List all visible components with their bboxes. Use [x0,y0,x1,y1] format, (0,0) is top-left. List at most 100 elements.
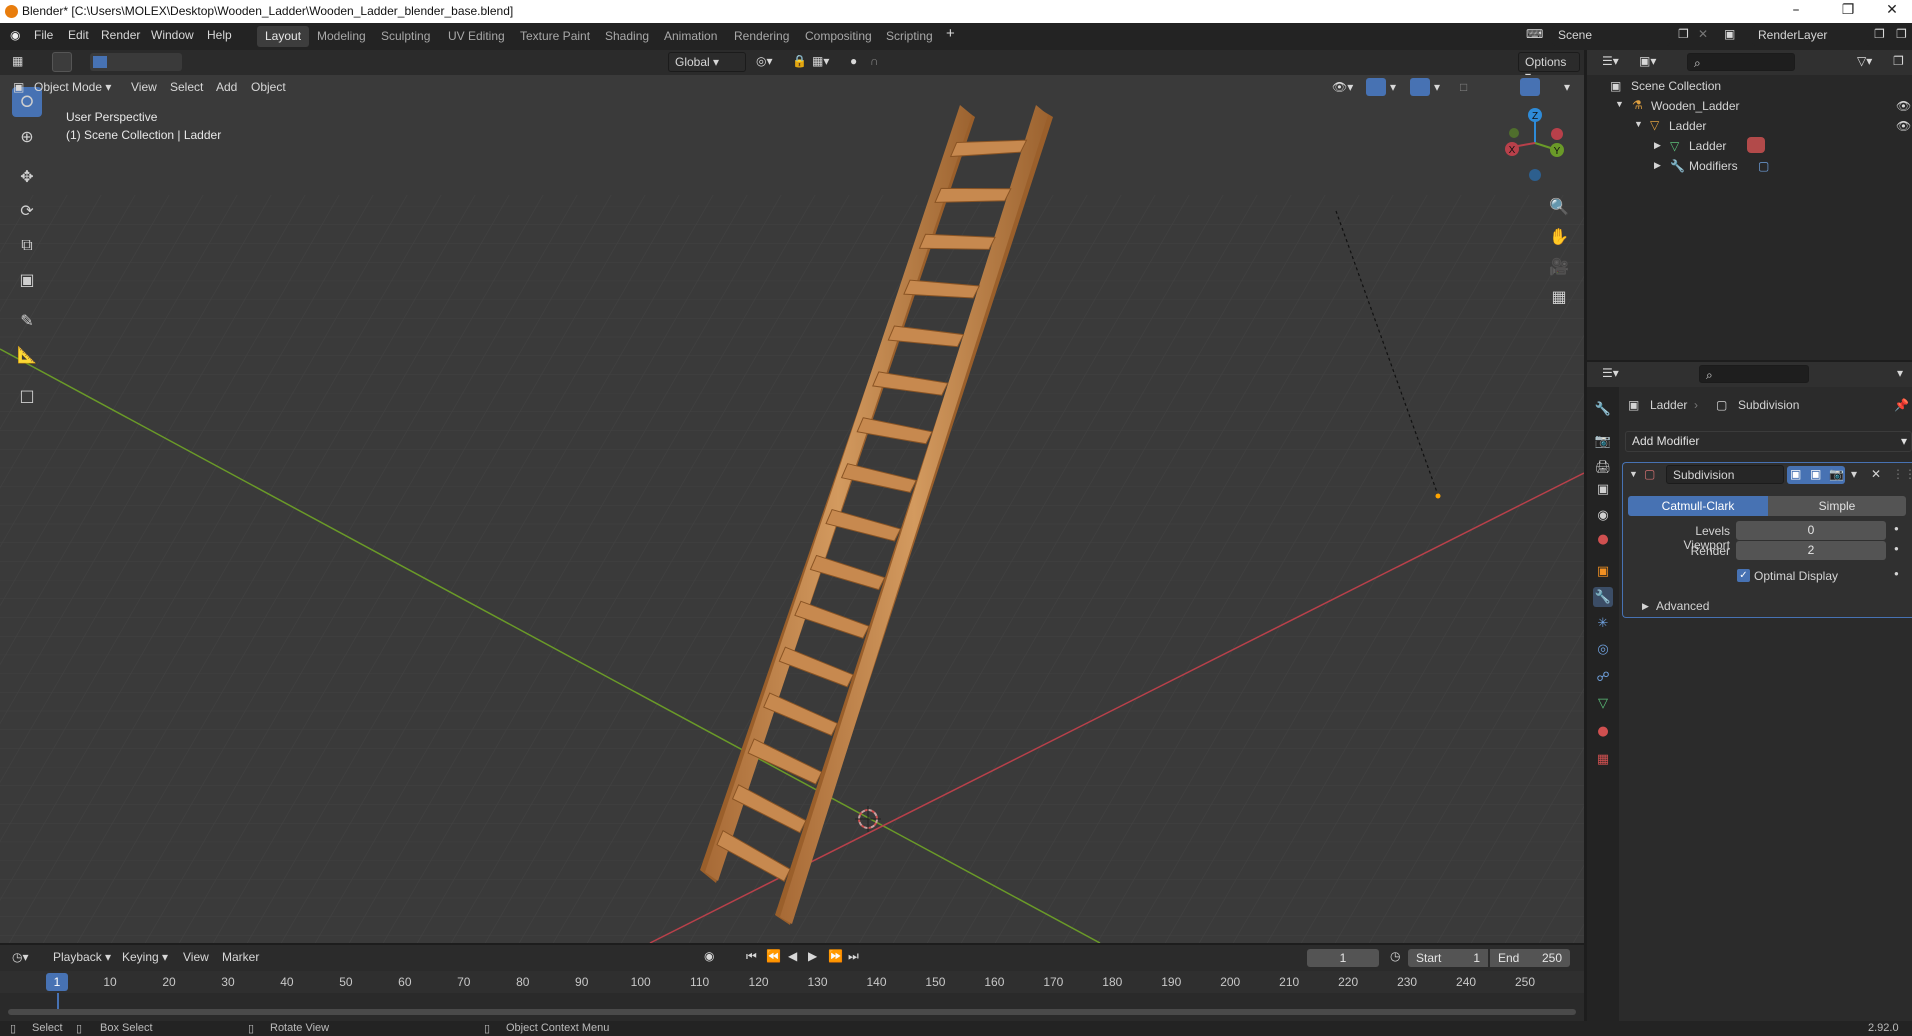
subdivision-modifier-icon[interactable]: ▢ [1758,159,1769,173]
physics-tab-icon[interactable]: ◎ [1593,639,1613,659]
collapse-arrow-icon[interactable]: ▶ [1654,140,1661,151]
outliner-editor-type-icon[interactable]: ☰▾ [1602,54,1619,68]
viewport-menu-select[interactable]: Select [170,80,203,94]
active-tool-icon[interactable] [52,52,72,72]
delete-scene-icon[interactable]: ✕ [1698,27,1708,41]
ortho-toggle-icon[interactable]: ▦ [1546,283,1572,309]
view-layer-tab-icon[interactable]: ▣ [1593,479,1613,499]
renderlayer-browse-icon[interactable]: ▣ [1724,27,1735,41]
keyframe-dot-icon[interactable]: ● [1894,569,1899,578]
keyframe-dot-icon[interactable]: ● [1894,524,1899,533]
annotate-tool-icon[interactable]: ✎ [12,305,42,335]
prev-keyframe-icon[interactable]: ⏪ [766,949,781,963]
timeline-scrollbar[interactable] [8,1009,1576,1015]
render-tab-icon[interactable]: 📷 [1593,431,1613,451]
output-tab-icon[interactable]: 🖨 [1593,457,1613,477]
proportional-edit-icon[interactable]: ● [850,54,857,68]
add-modifier-dropdown[interactable]: Add Modifier ▾ [1625,431,1912,452]
object-mode-dropdown[interactable]: Object Mode ▾ [34,80,111,94]
tab-catmull-clark[interactable]: Catmull-Clark [1628,496,1768,516]
blender-menu-icon[interactable]: ◉ [10,28,20,42]
data-tab-icon[interactable]: ▽ [1593,693,1613,713]
selection-set-icon[interactable] [93,56,107,68]
drag-handle-icon[interactable]: ⋮⋮ [1892,467,1912,481]
3d-viewport[interactable]: User Perspective (1) Scene Collection | … [0,75,1584,943]
pan-hand-icon[interactable]: ✋ [1546,223,1572,249]
measure-tool-icon[interactable]: 📐 [12,339,42,369]
transform-tool-icon[interactable]: ▣ [12,264,42,294]
tool-tab-icon[interactable]: 🔧 [1593,399,1613,419]
material-icon[interactable] [1747,137,1765,153]
scene-browse-icon[interactable]: ⌨ [1526,27,1543,41]
menu-help[interactable]: Help [207,28,232,42]
tab-texture-paint[interactable]: Texture Paint [512,26,598,47]
viewport-scene[interactable] [0,75,1584,943]
modifier-options-icon[interactable]: ▾ [1851,467,1857,481]
next-keyframe-icon[interactable]: ⏩ [828,949,843,963]
new-collection-icon[interactable]: ❐ [1893,54,1904,68]
object-tab-icon[interactable]: ▣ [1593,561,1613,581]
zoom-icon[interactable]: 🔍 [1546,193,1572,219]
pivot-point-icon[interactable]: ◎▾ [756,54,773,68]
optimal-display-checkbox[interactable]: ✓ [1737,569,1750,582]
visibility-eye-icon[interactable]: 👁 [1896,99,1911,113]
clock-icon[interactable]: ◷ [1390,949,1400,963]
tab-sculpting[interactable]: Sculpting [373,26,438,47]
record-icon[interactable]: ◉ [704,949,714,963]
tab-rendering[interactable]: Rendering [726,26,797,47]
options-dropdown[interactable]: Options ▾ [1518,52,1580,83]
xray-icon[interactable]: □ [1460,80,1467,94]
object-mode-icon[interactable]: ▣ [13,80,24,94]
close-icon[interactable]: ✕ [1872,2,1912,18]
gizmo-dropdown-icon[interactable]: ▾ [1390,80,1396,94]
outliner-scene-collection[interactable]: Scene Collection [1631,79,1721,93]
navigation-gizmo[interactable]: Z Y X [1500,105,1570,185]
material-preview-icon[interactable] [1520,78,1540,96]
visibility-eye-icon[interactable]: 👁 [1896,119,1911,133]
tab-modeling[interactable]: Modeling [309,26,374,47]
snap-icon[interactable]: 🔒 [792,54,807,68]
light-origin[interactable] [1435,493,1441,499]
outliner-item-wooden-ladder[interactable]: Wooden_Ladder [1651,99,1740,113]
gizmo-neg-y-icon[interactable] [1509,128,1519,138]
restore-icon[interactable]: ❐ [1828,2,1868,18]
tab-animation[interactable]: Animation [656,26,725,47]
scene-tab-icon[interactable]: ◉ [1593,505,1613,525]
jump-start-icon[interactable]: ⏮ [746,949,757,964]
expand-arrow-icon[interactable]: ▼ [1634,119,1643,129]
modifier-name-field[interactable]: Subdivision [1666,465,1784,484]
particles-tab-icon[interactable]: ✳ [1593,613,1613,633]
collapse-arrow-icon[interactable]: ▶ [1654,160,1661,171]
add-cube-tool-icon[interactable]: □ [12,380,42,410]
viewport-toggle-icon[interactable]: ▣ [1810,467,1821,481]
world-tab-icon[interactable]: ● [1593,529,1613,549]
menu-file[interactable]: File [34,28,53,42]
overlay-dropdown-icon[interactable]: ▾ [1434,80,1440,94]
play-reverse-icon[interactable]: ◀ [788,949,797,963]
keyframe-dot-icon[interactable]: ● [1894,544,1899,553]
shading-dropdown-icon[interactable]: ▾ [1564,80,1570,94]
scale-tool-icon[interactable]: ⧉ [12,230,42,260]
play-icon[interactable]: ▶ [808,949,817,963]
pin-icon[interactable]: 📌 [1894,398,1909,412]
transform-orientation-dropdown[interactable]: Global ▾ [668,52,746,72]
new-scene-icon[interactable]: ❐ [1678,27,1689,41]
tab-scripting[interactable]: Scripting [878,26,941,47]
current-frame-field[interactable]: 1 [1307,949,1379,967]
menu-window[interactable]: Window [151,28,194,42]
timeline-ruler[interactable]: 10 20 30 40 50 60 70 80 90 100 110 120 130 140 150 160 1… [0,971,1584,993]
viewport-menu-add[interactable]: Add [216,80,237,94]
menu-edit[interactable]: Edit [68,28,89,42]
scene-name-field[interactable]: Scene [1552,26,1670,46]
cursor-tool-icon[interactable]: ⊕ [12,121,42,151]
minimize-icon[interactable]: – [1776,2,1816,18]
rotate-tool-icon[interactable]: ⟳ [12,195,42,225]
renderlayer-name-field[interactable]: RenderLayer [1752,26,1870,46]
material-tab-icon[interactable]: ● [1593,721,1613,741]
remove-modifier-icon[interactable]: ✕ [1871,467,1881,481]
snap-target-icon[interactable]: ▦▾ [812,54,829,68]
texture-tab-icon[interactable]: ▦ [1593,749,1613,769]
expand-arrow-icon[interactable]: ▼ [1615,99,1624,109]
new-renderlayer-icon[interactable]: ❐ [1874,27,1885,41]
display-mode-icon[interactable]: ▣▾ [1639,54,1656,68]
